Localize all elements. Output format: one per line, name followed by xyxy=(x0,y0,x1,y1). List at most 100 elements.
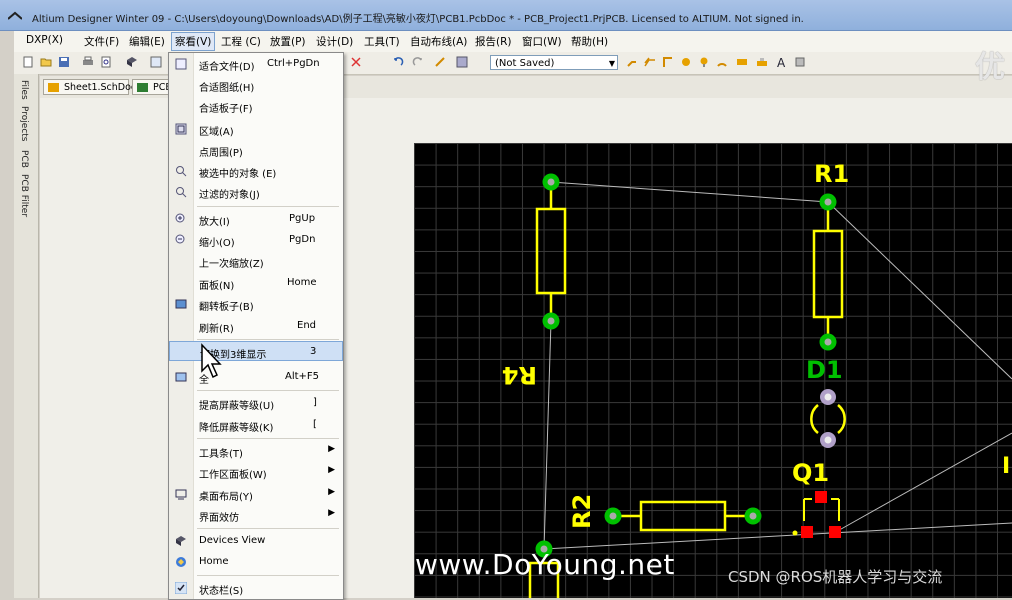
designator-r2: R2 xyxy=(568,494,596,529)
menu-place[interactable]: 放置(P) xyxy=(270,34,306,49)
designator-r1: R1 xyxy=(814,160,849,188)
open-folder-icon[interactable] xyxy=(40,56,52,68)
menu-item-fit-document[interactable]: 适合文件(D) Ctrl+PgDn xyxy=(169,54,343,74)
print-preview-icon[interactable] xyxy=(100,56,112,68)
menu-file[interactable]: 文件(F) xyxy=(84,34,119,49)
menu-project[interactable]: 工程 (C) xyxy=(221,34,261,49)
fit-document-icon xyxy=(175,58,187,70)
fullscreen-icon xyxy=(175,372,187,382)
menu-item-fit-sheet[interactable]: 合适图纸(H) xyxy=(169,75,343,95)
menu-label: 放大(I) xyxy=(199,217,230,228)
submenu-arrow-icon: ▶ xyxy=(328,465,335,475)
r1-body xyxy=(812,229,844,319)
designator-q1: Q1 xyxy=(792,459,829,487)
tab-sheet1-schdoc[interactable]: Sheet1.SchDoc xyxy=(43,79,136,95)
view-menu-dropdown: 适合文件(D) Ctrl+PgDn 合适图纸(H) 合适板子(F) 区域(A) … xyxy=(168,52,344,600)
menu-item-toolbars[interactable]: 工具条(T) ▶ xyxy=(169,441,343,461)
menu-item-desktop-layouts[interactable]: 桌面布局(Y) ▶ xyxy=(169,484,343,504)
side-tab-files[interactable]: Files xyxy=(19,80,29,100)
menu-shortcut: Home xyxy=(287,277,317,288)
menu-item-fullscreen[interactable]: 全 Alt+F5 xyxy=(169,367,343,387)
print-icon[interactable] xyxy=(82,56,94,68)
menu-dxp[interactable]: DXP(X) xyxy=(26,34,63,46)
menu-bar: DXP(X) 文件(F) 编辑(E) 察看(V) 工程 (C) 放置(P) 设计… xyxy=(14,31,1012,53)
menu-label: 区域(A) xyxy=(199,127,234,138)
3d-view-icon[interactable] xyxy=(126,56,138,68)
interactive-route-icon[interactable] xyxy=(626,56,638,68)
menu-item-raise-mask[interactable]: 提高屏蔽等级(U) ] xyxy=(169,393,343,413)
menu-label: Home xyxy=(199,556,229,567)
menu-item-zoom-in[interactable]: 放大(I) PgUp xyxy=(169,209,343,229)
place-fill-icon[interactable] xyxy=(736,56,748,68)
menu-edit[interactable]: 编辑(E) xyxy=(129,34,165,49)
menu-item-flip-board[interactable]: 翻转板子(B) xyxy=(169,294,343,314)
ratsnest-line xyxy=(550,181,829,203)
redo-icon[interactable] xyxy=(412,56,424,68)
side-tab-pcb[interactable]: PCB xyxy=(19,150,29,168)
menu-label: 降低屏蔽等级(K) xyxy=(199,423,274,434)
menu-item-refresh[interactable]: 刷新(R) End xyxy=(169,316,343,336)
menu-item-zoom-out[interactable]: 缩小(O) PgDn xyxy=(169,230,343,250)
tab-pcb[interactable]: PCB xyxy=(132,79,172,95)
menu-item-status-bar[interactable]: 状态栏(S) xyxy=(169,578,343,598)
place-via-icon[interactable] xyxy=(698,56,710,68)
pcb-canvas[interactable]: R4 R1 D1 Q1 R2 I xyxy=(414,143,1012,598)
place-arc-icon[interactable] xyxy=(716,56,728,68)
menu-shortcut: ] xyxy=(313,397,317,408)
menu-reports[interactable]: 报告(R) xyxy=(475,34,512,49)
menu-separator xyxy=(197,438,339,439)
new-file-icon[interactable] xyxy=(22,56,34,68)
menu-shortcut: [ xyxy=(313,419,317,430)
multi-route-icon[interactable] xyxy=(662,56,674,68)
save-icon[interactable] xyxy=(58,56,70,68)
menu-item-area[interactable]: 区域(A) xyxy=(169,119,343,139)
ratsnest-line xyxy=(833,432,1012,534)
browse-components-icon[interactable] xyxy=(456,56,468,68)
menu-label: 合适图纸(H) xyxy=(199,83,255,94)
menu-item-lower-mask[interactable]: 降低屏蔽等级(K) [ xyxy=(169,415,343,435)
menu-item-selected-objects[interactable]: 被选中的对象 (E) xyxy=(169,161,343,181)
menu-separator xyxy=(197,206,339,207)
zoom-in-icon xyxy=(175,213,185,223)
designator-r4: R4 xyxy=(502,361,537,389)
side-tab-pcb-filter[interactable]: PCB Filter xyxy=(19,174,29,217)
clear-filter-icon[interactable] xyxy=(350,56,362,68)
schematic-doc-icon xyxy=(48,83,59,92)
menu-item-switch-3d[interactable]: 切换到3维显示 3 xyxy=(169,341,343,361)
menu-view[interactable]: 察看(V) xyxy=(171,32,216,51)
place-polygon-icon[interactable] xyxy=(756,56,768,68)
mouse-cursor-icon xyxy=(201,343,222,379)
menu-item-workspace-panels[interactable]: 工作区面板(W) ▶ xyxy=(169,462,343,482)
menu-window[interactable]: 窗口(W) xyxy=(522,34,562,49)
menu-item-panel[interactable]: 面板(N) Home xyxy=(169,273,343,293)
menu-separator xyxy=(197,528,339,529)
menu-autoroute[interactable]: 自动布线(A) xyxy=(410,34,467,49)
watermark-site: www.DoYoung.net xyxy=(415,548,675,581)
side-tab-projects[interactable]: Projects xyxy=(19,106,29,141)
menu-design[interactable]: 设计(D) xyxy=(316,34,353,49)
component-icon[interactable] xyxy=(794,56,806,68)
zoom-fit-icon[interactable] xyxy=(150,56,162,68)
menu-item-devices-view[interactable]: Devices View xyxy=(169,531,343,551)
menu-item-previous-zoom[interactable]: 上一次缩放(Z) xyxy=(169,251,343,271)
menu-label: 被选中的对象 (E) xyxy=(199,169,277,180)
altium-logo-icon xyxy=(8,11,22,20)
r2-body xyxy=(639,500,727,532)
place-pad-icon[interactable] xyxy=(680,56,692,68)
diff-pair-route-icon[interactable] xyxy=(644,56,656,68)
menu-item-filtered-objects[interactable]: 过滤的对象(J) xyxy=(169,182,343,202)
place-string-icon[interactable]: A xyxy=(776,56,788,68)
undo-icon[interactable] xyxy=(392,56,404,68)
menu-item-fit-board[interactable]: 合适板子(F) xyxy=(169,96,343,116)
cross-probe-icon[interactable] xyxy=(434,56,446,68)
menu-help[interactable]: 帮助(H) xyxy=(571,34,608,49)
watermark-csdn: CSDN @ROS机器人学习与交流 xyxy=(728,568,943,586)
menu-label: 界面效仿 xyxy=(199,513,239,524)
menu-shortcut: Alt+F5 xyxy=(285,371,320,382)
menu-tools[interactable]: 工具(T) xyxy=(364,34,400,49)
ratsnest-line xyxy=(543,320,552,550)
view-config-select[interactable]: (Not Saved) ▼ xyxy=(490,55,618,70)
menu-item-around-point[interactable]: 点周围(P) xyxy=(169,140,343,160)
menu-item-ui-emulation[interactable]: 界面效仿 ▶ xyxy=(169,505,343,525)
menu-item-home[interactable]: Home xyxy=(169,552,343,572)
